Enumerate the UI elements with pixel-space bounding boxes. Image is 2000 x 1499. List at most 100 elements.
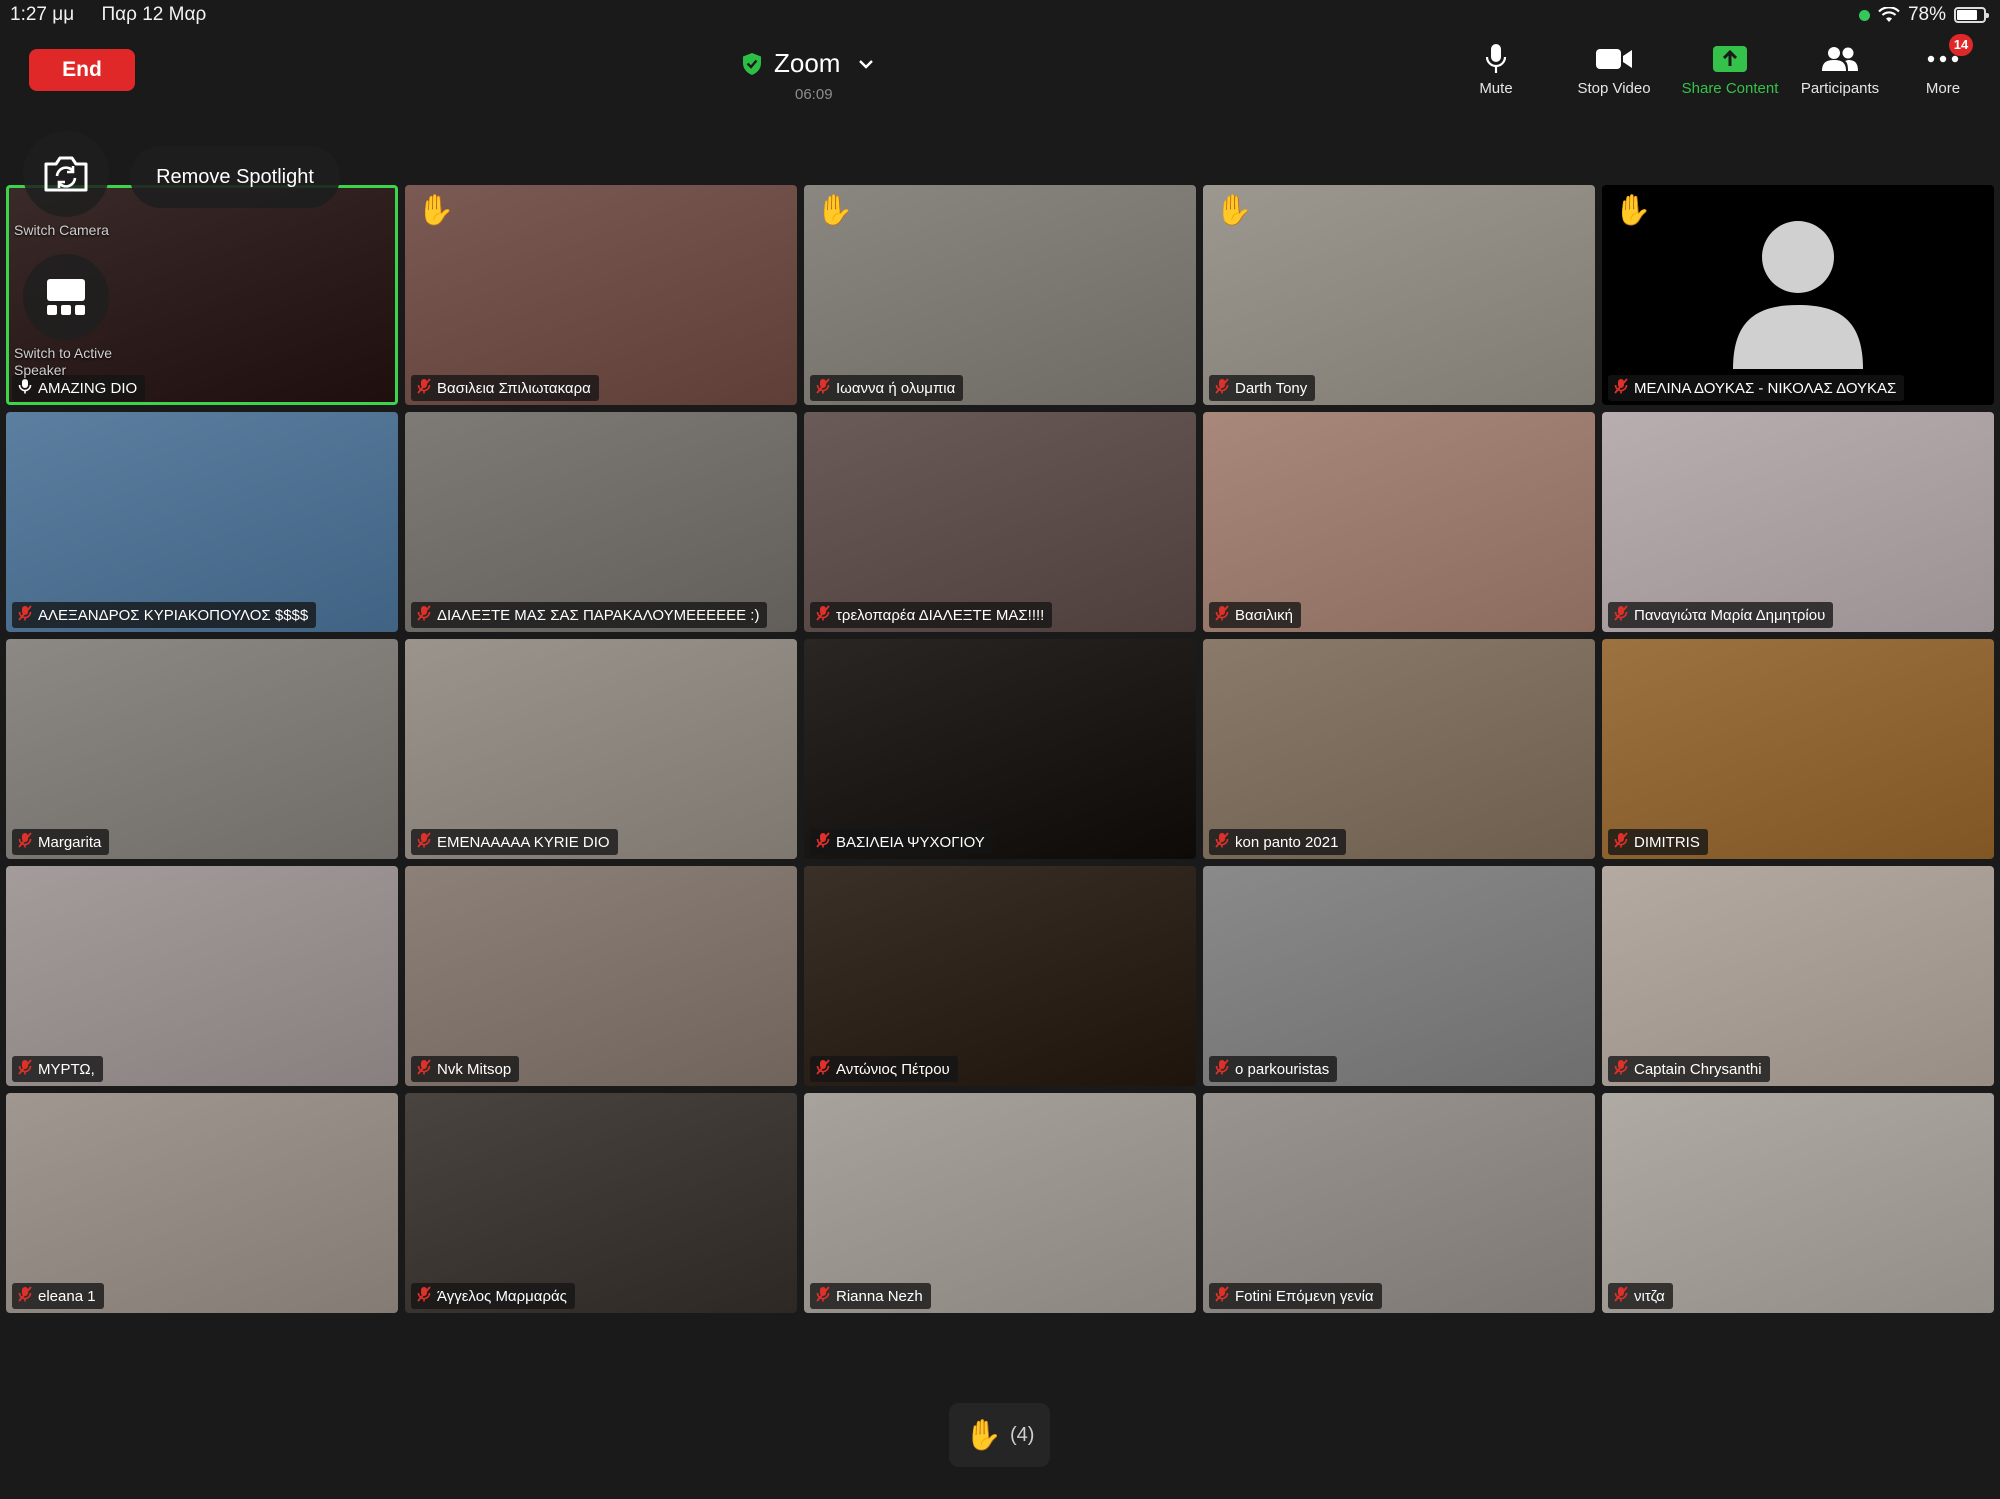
meeting-timer: 06:09	[795, 86, 833, 103]
participant-video-tile[interactable]: o parkouristas	[1203, 866, 1595, 1086]
participant-video-tile[interactable]: ΔΙΑΛΕΞΤΕ ΜΑΣ ΣΑΣ ΠΑΡΑΚΑΛΟΥΜΕΕΕΕΕΕ :)	[405, 412, 797, 632]
raised-hand-icon: ✋	[816, 194, 854, 227]
raised-hands-indicator[interactable]: ✋ (4)	[949, 1403, 1050, 1467]
participants-label: Participants	[1800, 80, 1880, 97]
switch-to-active-speaker-button[interactable]	[23, 254, 109, 340]
meeting-title-dropdown[interactable]: Zoom	[742, 48, 874, 79]
switch-camera-button[interactable]	[23, 131, 109, 217]
muted-microphone-icon	[417, 605, 431, 625]
mute-label: Mute	[1479, 80, 1513, 97]
participant-video-tile[interactable]: ✋ ΜΕΛΙΝΑ ΔΟΥΚΑΣ - ΝΙΚΟΛΑΣ ΔΟΥΚΑΣ	[1602, 185, 1994, 405]
wifi-icon	[1878, 7, 1900, 22]
share-content-button[interactable]: Share Content	[1675, 42, 1785, 102]
participant-video-tile[interactable]: τρελοπαρέα ΔΙΑΛΕΞΤΕ ΜΑΣ!!!!	[804, 412, 1196, 632]
participant-video-tile[interactable]: Αντώνιος Πέτρου	[804, 866, 1196, 1086]
participant-video-tile[interactable]: Nvk Mitsop	[405, 866, 797, 1086]
participant-name-tag: Margarita	[12, 829, 110, 855]
status-time: 1:27 μμ	[10, 4, 75, 25]
participant-name: ΑΛΕΞΑΝΔΡΟΣ ΚΥΡΙΑΚΟΠΟΥΛΟΣ $$$$	[38, 606, 309, 624]
participant-name: Άγγελος Μαρμαράς	[437, 1287, 567, 1305]
status-bar: 1:27 μμ Παρ 12 Μαρ 78%	[0, 0, 2000, 32]
muted-microphone-icon	[18, 832, 32, 852]
participant-name-tag: ΒΑΣΙΛΕΙΑ ΨΥΧΟΓΙΟΥ	[810, 829, 993, 855]
participant-name-tag: kon panto 2021	[1209, 829, 1347, 855]
participant-video-tile[interactable]: ✋ Darth Tony	[1203, 185, 1595, 405]
participant-name-tag: νιτζα	[1608, 1283, 1673, 1309]
muted-microphone-icon	[816, 1286, 830, 1306]
status-date: Παρ 12 Μαρ	[101, 4, 207, 25]
participant-name: Αντώνιος Πέτρου	[836, 1060, 950, 1078]
participant-name-tag: Captain Chrysanthi	[1608, 1056, 1770, 1082]
participant-video-tile[interactable]: DIMITRIS	[1602, 639, 1994, 859]
stop-video-button[interactable]: Stop Video	[1571, 42, 1657, 102]
participant-video-tile[interactable]: νιτζα	[1602, 1093, 1994, 1313]
microphone-icon	[1485, 44, 1507, 73]
participant-video-tile[interactable]: Rianna Nezh	[804, 1093, 1196, 1313]
participant-name: ΜΕΛΙΝΑ ΔΟΥΚΑΣ - ΝΙΚΟΛΑΣ ΔΟΥΚΑΣ	[1634, 379, 1897, 397]
participant-video-tile[interactable]: kon panto 2021	[1203, 639, 1595, 859]
raised-hand-icon: ✋	[417, 194, 455, 227]
muted-microphone-icon	[816, 605, 830, 625]
participant-name: Παναγιώτα Μαρία Δημητρίου	[1634, 606, 1826, 624]
raised-hand-icon: ✋	[1215, 194, 1253, 227]
participant-name: ΒΑΣΙΛΕΙΑ ΨΥΧΟΓΙΟΥ	[836, 833, 985, 851]
participant-name-tag: Fotini Επόμενη γενία	[1209, 1283, 1382, 1309]
participant-name-tag: DIMITRIS	[1608, 829, 1708, 855]
status-left: 1:27 μμ Παρ 12 Μαρ	[10, 4, 228, 26]
mute-button[interactable]: Mute	[1470, 42, 1522, 102]
participant-video-tile[interactable]: Βασιλική	[1203, 412, 1595, 632]
participant-video-tile[interactable]: EMENAAAAA KYRIE DIO	[405, 639, 797, 859]
participant-name-tag: eleana 1	[12, 1283, 104, 1309]
participant-video-tile[interactable]: ΜΥΡΤΩ,	[6, 866, 398, 1086]
participant-name-tag: Βασιλική	[1209, 602, 1301, 628]
participant-video-tile[interactable]: Margarita	[6, 639, 398, 859]
active-speaker-layout-icon	[47, 279, 85, 315]
end-meeting-button[interactable]: End	[29, 49, 135, 91]
muted-microphone-icon	[417, 1059, 431, 1079]
remove-spotlight-button[interactable]: Remove Spotlight	[130, 146, 340, 208]
participant-video-tile[interactable]: ✋ Βασιλεια Σπιλιωτακαρα	[405, 185, 797, 405]
participant-video-tile[interactable]: eleana 1	[6, 1093, 398, 1313]
participant-name-tag: Ιωαννα ή ολυμπια	[810, 375, 964, 401]
more-button[interactable]: 14 More	[1920, 34, 1973, 102]
meeting-name: Zoom	[774, 48, 841, 78]
muted-microphone-icon	[1215, 832, 1229, 852]
participant-video-tile[interactable]: ✋ Ιωαννα ή ολυμπια	[804, 185, 1196, 405]
participant-video-tile[interactable]: ΑΛΕΞΑΝΔΡΟΣ ΚΥΡΙΑΚΟΠΟΥΛΟΣ $$$$	[6, 412, 398, 632]
share-content-label: Share Content	[1681, 80, 1779, 97]
muted-microphone-icon	[1614, 832, 1628, 852]
more-label: More	[1925, 80, 1961, 97]
status-right: 78%	[1858, 4, 1989, 26]
participant-name-tag: Darth Tony	[1209, 375, 1316, 401]
participant-name: AMAZING DIO	[38, 379, 138, 397]
video-camera-icon	[1596, 49, 1632, 69]
encryption-shield-icon	[743, 52, 761, 75]
raised-hand-icon: ✋	[964, 1418, 1002, 1452]
muted-microphone-icon	[1614, 1286, 1628, 1306]
participant-name-tag: τρελοπαρέα ΔΙΑΛΕΞΤΕ ΜΑΣ!!!!	[810, 602, 1053, 628]
participant-name: DIMITRIS	[1634, 833, 1700, 851]
participant-name: eleana 1	[38, 1287, 96, 1305]
participant-name-tag: Nvk Mitsop	[411, 1056, 520, 1082]
participant-video-tile[interactable]: Παναγιώτα Μαρία Δημητρίου	[1602, 412, 1994, 632]
participants-button[interactable]: Participants	[1795, 42, 1885, 102]
muted-microphone-icon	[1614, 605, 1628, 625]
raised-hand-icon: ✋	[1614, 194, 1652, 227]
participant-video-tile[interactable]: Άγγελος Μαρμαράς	[405, 1093, 797, 1313]
participant-name-tag: Παναγιώτα Μαρία Δημητρίου	[1608, 602, 1834, 628]
muted-microphone-icon	[1215, 378, 1229, 398]
participant-video-tile[interactable]: Captain Chrysanthi	[1602, 866, 1994, 1086]
muted-microphone-icon	[18, 1286, 32, 1306]
muted-microphone-icon	[417, 378, 431, 398]
participant-name: o parkouristas	[1235, 1060, 1330, 1078]
muted-microphone-icon	[1215, 605, 1229, 625]
participant-video-tile[interactable]: ΒΑΣΙΛΕΙΑ ΨΥΧΟΓΙΟΥ	[804, 639, 1196, 859]
muted-microphone-icon	[1215, 1286, 1229, 1306]
muted-microphone-icon	[1614, 1059, 1628, 1079]
muted-microphone-icon	[816, 832, 830, 852]
muted-microphone-icon	[1614, 378, 1628, 398]
battery-percent: 78%	[1907, 4, 1946, 25]
participant-video-tile[interactable]: Fotini Επόμενη γενία	[1203, 1093, 1595, 1313]
raised-hands-count: (4)	[1009, 1423, 1035, 1446]
participant-name-tag: Βασιλεια Σπιλιωτακαρα	[411, 375, 599, 401]
